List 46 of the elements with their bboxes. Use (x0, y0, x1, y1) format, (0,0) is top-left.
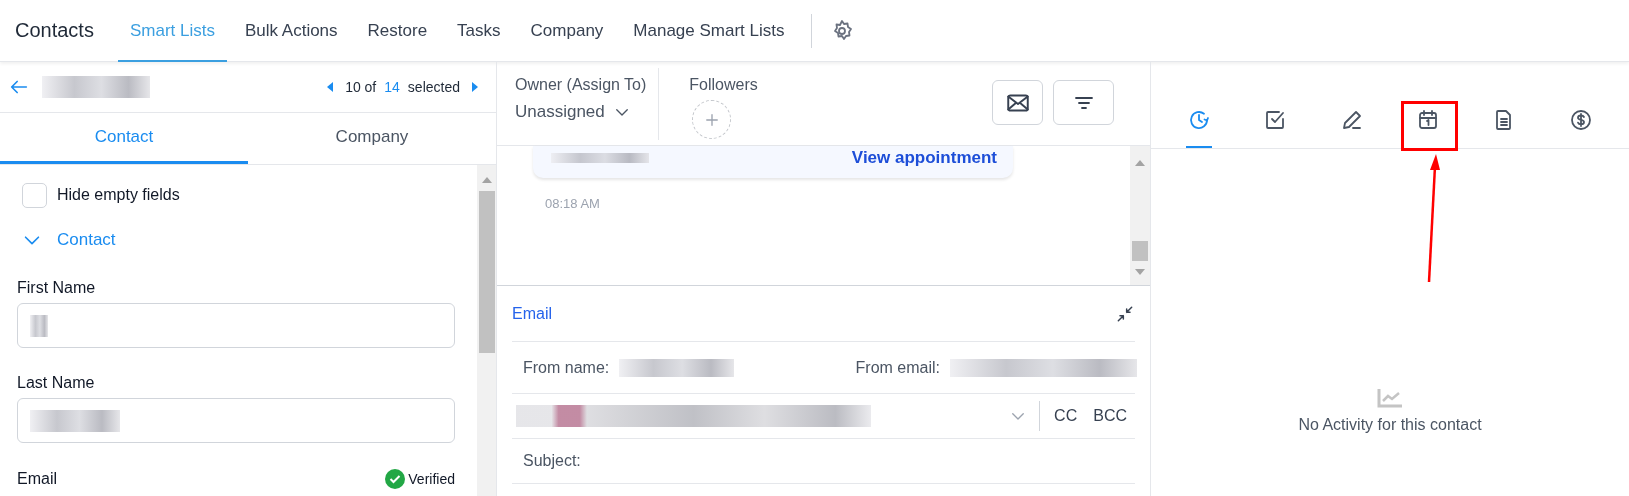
from-email-label: From email: (855, 358, 940, 377)
check-circle-icon (385, 469, 406, 489)
page-title: Contacts (15, 19, 94, 42)
field-label: Email (17, 470, 57, 488)
scroll-down-icon[interactable] (1135, 267, 1145, 277)
composer-title: Email (512, 304, 552, 323)
message-time: 08:18 AM (545, 196, 601, 211)
scrollbar-thumb[interactable] (478, 191, 495, 353)
bcc-button[interactable]: BCC (1085, 407, 1135, 425)
scroll-up-icon[interactable] (481, 175, 492, 185)
dollar-icon (1568, 108, 1593, 132)
scrollbar[interactable] (1130, 146, 1150, 285)
pager-text: 10 of 14 selected (345, 79, 460, 95)
empty-state-text: No Activity for this contact (1298, 416, 1482, 434)
scrollbar[interactable] (477, 165, 496, 496)
panel-tab[interactable]: Contact (0, 113, 248, 164)
checkbox[interactable] (22, 182, 47, 208)
subject-label: Subject: (523, 452, 581, 470)
field-label: Last Name (17, 374, 95, 392)
owner-select[interactable]: Unassigned (515, 102, 647, 122)
blurred-value (30, 314, 48, 337)
field-label: First Name (17, 279, 96, 297)
nav-tab[interactable]: Tasks (445, 0, 513, 62)
owner-label: Owner (Assign To) (515, 76, 647, 94)
checkbox-label: Hide empty fields (57, 186, 180, 204)
chart-icon (1377, 388, 1403, 408)
filter-button[interactable] (1053, 80, 1114, 125)
nav-tab[interactable]: Bulk Actions (232, 0, 350, 62)
panel-tab[interactable]: Company (248, 113, 496, 164)
view-appointment-link[interactable]: View appointment (851, 148, 997, 168)
next-icon[interactable] (470, 82, 480, 92)
clock-refresh-icon (1187, 108, 1212, 132)
input-field[interactable] (17, 303, 455, 348)
verified-status: Verified (385, 469, 455, 489)
section-header[interactable]: Contact (57, 230, 116, 250)
scroll-up-icon[interactable] (1135, 158, 1145, 168)
nav-tab[interactable]: Restore (355, 0, 440, 62)
scrollbar-thumb[interactable] (1132, 241, 1148, 261)
input-field[interactable] (17, 398, 455, 443)
from-name-label: From name: (523, 358, 610, 377)
nav-tab[interactable]: Company (518, 0, 616, 62)
followers-label: Followers (689, 76, 758, 94)
email-button[interactable] (992, 80, 1043, 125)
cc-button[interactable]: CC (1046, 407, 1086, 425)
previous-icon[interactable] (325, 82, 336, 92)
nav-tab[interactable]: Manage Smart Lists (621, 0, 797, 62)
